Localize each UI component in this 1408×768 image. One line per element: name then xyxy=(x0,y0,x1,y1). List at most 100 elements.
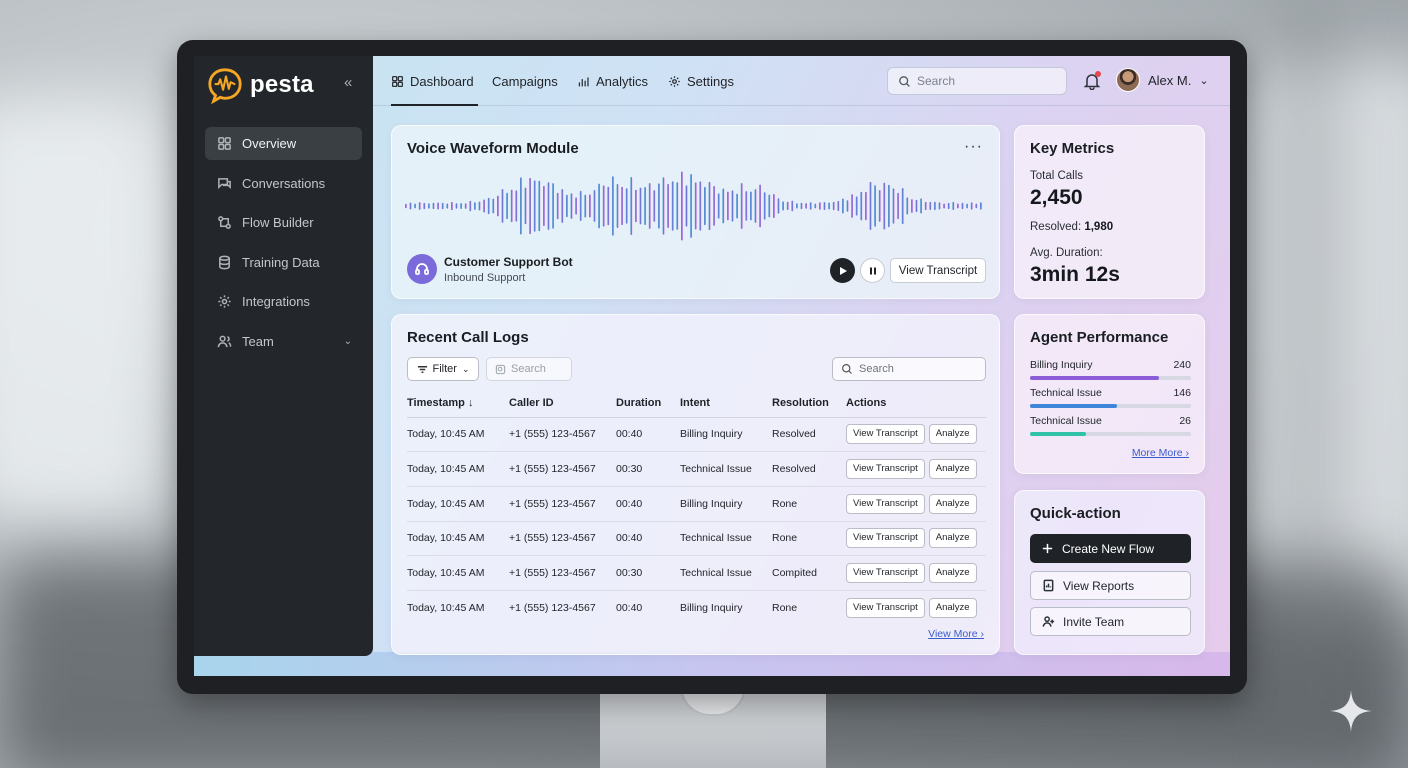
agent-performance-card: Agent Performance Billing Inquiry 240 Te… xyxy=(1014,314,1205,474)
waveform-bar xyxy=(405,203,407,209)
filter-button[interactable]: Filter ⌄ xyxy=(407,357,479,381)
create-new-flow-button[interactable]: Create New Flow xyxy=(1030,534,1191,563)
waveform-bar xyxy=(497,195,499,217)
waveform-bar xyxy=(575,197,577,215)
row-analyze-button[interactable]: Analyze xyxy=(928,563,977,584)
sidebar-item-label: Overview xyxy=(242,136,297,151)
sidebar-item-team[interactable]: Team ⌄ xyxy=(205,325,362,358)
waveform-bar xyxy=(773,194,775,218)
bot-subtitle: Inbound Support xyxy=(444,272,526,284)
sidebar-item-overview[interactable]: Overview xyxy=(205,127,362,160)
view-more-link[interactable]: View More › xyxy=(928,628,984,640)
collapse-sidebar-icon[interactable]: « xyxy=(344,74,352,91)
waveform-bar xyxy=(736,193,738,219)
waveform-bar xyxy=(860,191,863,221)
view-transcript-button[interactable]: View Transcript xyxy=(890,258,986,283)
agent-item-label: Technical Issue xyxy=(1030,415,1102,427)
waveform-bar xyxy=(414,203,416,209)
waveform-bar xyxy=(883,182,886,230)
sidebar-item-label: Conversations xyxy=(242,175,326,191)
waveform-bar xyxy=(616,184,619,228)
tab-dashboard[interactable]: Dashboard xyxy=(391,56,478,106)
search-icon xyxy=(495,364,506,374)
waveform-bar xyxy=(708,181,711,231)
row-view-transcript-button[interactable]: View Transcript xyxy=(846,563,925,584)
total-calls-label: Total Calls xyxy=(1030,170,1084,182)
play-icon xyxy=(839,266,847,275)
grid-icon xyxy=(218,137,231,150)
row-view-transcript-button[interactable]: View Transcript xyxy=(846,459,925,480)
waveform-bar xyxy=(915,199,918,213)
headset-icon xyxy=(415,263,429,275)
view-reports-button[interactable]: View Reports xyxy=(1030,571,1191,600)
cell-timestamp: Today, 10:45 AM xyxy=(407,417,509,453)
tab-analytics[interactable]: Analytics xyxy=(577,56,648,106)
top-search-box[interactable] xyxy=(887,67,1067,95)
cell-timestamp: Today, 10:45 AM xyxy=(407,451,509,487)
pause-button[interactable] xyxy=(860,258,885,283)
sidebar-item-conversations[interactable]: Conversations xyxy=(205,167,362,200)
search-icon xyxy=(899,75,910,87)
logo-icon xyxy=(208,68,242,104)
row-view-transcript-button[interactable]: View Transcript xyxy=(846,528,925,549)
bot-name: Customer Support Bot xyxy=(444,255,573,269)
row-analyze-button[interactable]: Analyze xyxy=(928,493,977,514)
tab-campaigns[interactable]: Campaigns xyxy=(492,56,558,106)
progress-fill xyxy=(1030,404,1117,408)
filter-icon xyxy=(417,365,427,373)
sidebar-item-flow-builder[interactable]: Flow Builder xyxy=(205,206,362,239)
cell-intent: Billing Inquiry xyxy=(680,486,772,522)
waveform-bar xyxy=(704,186,706,226)
waveform-bar xyxy=(865,191,867,221)
row-view-transcript-button[interactable]: View Transcript xyxy=(846,598,925,619)
column-header-timestamp[interactable]: Timestamp ↓ xyxy=(407,390,509,418)
waveform-bar xyxy=(552,183,554,229)
card-title: Key Metrics xyxy=(1030,140,1115,157)
waveform-bar xyxy=(625,188,628,224)
waveform-bar xyxy=(828,202,830,210)
row-analyze-button[interactable]: Analyze xyxy=(928,459,977,480)
waveform-bar xyxy=(874,185,876,227)
logo-text: pesta xyxy=(250,71,314,98)
sidebar-item-training-data[interactable]: Training Data xyxy=(205,246,362,279)
row-analyze-button[interactable]: Analyze xyxy=(928,528,977,549)
more-options-icon[interactable]: ··· xyxy=(964,138,983,156)
column-header-actions: Actions xyxy=(846,390,986,418)
cell-duration: 00:30 xyxy=(616,451,680,487)
call-logs-table: Timestamp ↓ Caller ID Duration Intent Re… xyxy=(407,390,986,625)
call-logs-search-input[interactable] xyxy=(859,363,979,375)
search-input[interactable] xyxy=(917,74,1057,88)
sidebar-item-integrations[interactable]: Integrations xyxy=(205,285,362,318)
button-label: Create New Flow xyxy=(1062,541,1155,556)
view-more-label: View More xyxy=(928,628,978,640)
waveform-bar xyxy=(506,192,508,220)
chevron-down-icon: ⌄ xyxy=(1199,74,1209,87)
row-analyze-button[interactable]: Analyze xyxy=(928,424,977,445)
secondary-search-box[interactable] xyxy=(486,357,572,381)
waveform-bar xyxy=(520,177,522,235)
bot-avatar xyxy=(407,254,437,284)
cell-timestamp: Today, 10:45 AM xyxy=(407,555,509,591)
more-link[interactable]: More More › xyxy=(1132,447,1189,459)
column-header-duration: Duration xyxy=(616,390,680,418)
cell-actions: View Transcript Analyze xyxy=(846,521,986,557)
waveform-bar xyxy=(441,202,444,210)
secondary-search-input[interactable] xyxy=(511,363,571,375)
waveform-bar xyxy=(598,183,600,229)
row-view-transcript-button[interactable]: View Transcript xyxy=(846,424,925,445)
row-analyze-button[interactable]: Analyze xyxy=(928,598,977,619)
table-row: Today, 10:45 AM +1 (555) 123-4567 00:30 Tec… xyxy=(407,451,986,487)
call-logs-search-box[interactable] xyxy=(832,357,986,381)
database-icon xyxy=(219,255,230,269)
voice-waveform-card: Voice Waveform Module ··· Customer Suppo… xyxy=(391,125,1000,299)
avatar xyxy=(1116,68,1140,92)
user-menu[interactable]: Alex M. ⌄ xyxy=(1116,68,1209,92)
row-view-transcript-button[interactable]: View Transcript xyxy=(846,493,925,514)
chevron-down-icon[interactable]: ⌄ xyxy=(344,336,352,347)
app-logo[interactable]: pesta xyxy=(206,66,314,104)
table-row: Today, 10:45 AM +1 (555) 123-4567 00:40 Bil… xyxy=(407,590,986,625)
play-button[interactable] xyxy=(830,258,855,283)
tab-settings[interactable]: Settings xyxy=(668,56,734,106)
table-row: Today, 10:45 AM +1 (555) 123-4567 00:40 Bil… xyxy=(407,417,986,453)
invite-team-button[interactable]: Invite Team xyxy=(1030,607,1191,636)
